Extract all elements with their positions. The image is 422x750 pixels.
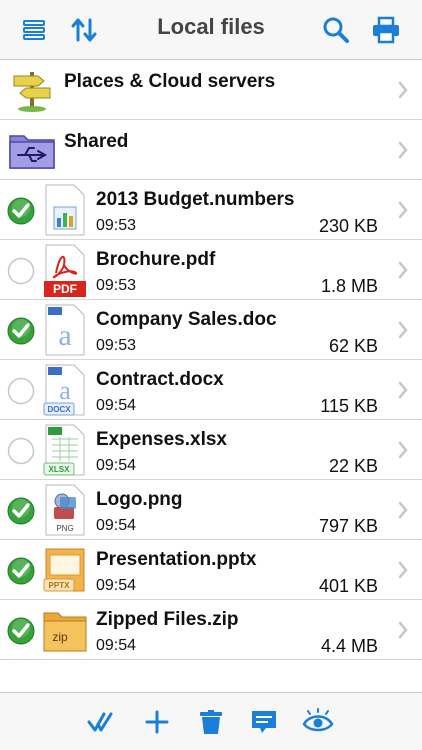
pdf-file-icon: PDF	[44, 244, 86, 297]
chevron-right-icon	[398, 321, 408, 339]
bottom-toolbar	[0, 692, 422, 750]
checked-checkbox[interactable]	[7, 557, 35, 585]
file-name: Presentation.pptx	[96, 549, 257, 570]
empty-circle-icon	[7, 437, 35, 465]
file-name: Zipped Files.zip	[96, 609, 239, 630]
file-list: Places & Cloud servers Shared 2013 Budge…	[0, 60, 422, 660]
file-row[interactable]: PNG Logo.png 09:54 797 KB	[0, 480, 422, 540]
comment-button[interactable]	[247, 705, 281, 739]
file-name: Logo.png	[96, 489, 183, 510]
checkmark-icon	[7, 557, 35, 585]
file-time: 09:53	[96, 337, 137, 354]
chevron-right-icon	[398, 441, 408, 459]
checked-checkbox[interactable]	[7, 317, 35, 345]
file-time: 09:53	[96, 277, 137, 294]
chevron-right-icon	[398, 621, 408, 639]
print-icon	[373, 16, 399, 44]
file-time: 09:54	[96, 577, 137, 594]
svg-text:a: a	[58, 319, 71, 352]
preview-button[interactable]	[301, 705, 335, 739]
pdf-badge: PDF	[53, 282, 77, 296]
xlsx-file-icon: XLSX	[43, 424, 85, 476]
chevron-right-icon	[398, 501, 408, 519]
file-size: 4.4 MB	[320, 636, 378, 656]
usb-folder-icon	[9, 135, 55, 169]
file-time: 09:54	[96, 457, 137, 474]
nav-bar: Local files	[0, 0, 422, 60]
xlsx-badge: XLSX	[49, 465, 71, 474]
zip-badge: zip	[52, 630, 68, 644]
file-name: Expenses.xlsx	[96, 429, 227, 450]
checkmark-icon	[7, 317, 35, 345]
empty-circle-icon	[7, 377, 35, 405]
file-time: 09:54	[96, 637, 137, 654]
file-size: 115 KB	[320, 396, 378, 416]
png-badge: PNG	[56, 524, 73, 533]
shared-label: Shared	[64, 131, 129, 152]
page-title: Local files	[157, 14, 265, 39]
file-size: 22 KB	[328, 456, 378, 476]
file-size: 1.8 MB	[320, 276, 378, 296]
search-icon	[323, 17, 349, 43]
search-button[interactable]	[318, 12, 354, 48]
file-row[interactable]: a Company Sales.doc 09:53 62 KB	[0, 300, 422, 360]
docx-file-icon: a DOCX	[43, 364, 85, 416]
file-time: 09:54	[96, 517, 137, 534]
signpost-icon	[13, 72, 51, 112]
chevron-right-icon	[398, 261, 408, 279]
file-name: Company Sales.doc	[96, 309, 277, 330]
list-item-places[interactable]: Places & Cloud servers	[0, 60, 422, 120]
chevron-right-icon	[398, 381, 408, 399]
checkmark-icon	[7, 197, 35, 225]
file-time: 09:53	[96, 217, 137, 234]
checked-checkbox[interactable]	[7, 617, 35, 645]
select-all-button[interactable]	[83, 705, 117, 739]
file-row[interactable]: 2013 Budget.numbers 09:53 230 KB	[0, 180, 422, 240]
add-icon	[145, 710, 169, 734]
file-row[interactable]: a DOCX Contract.docx 09:54 115 KB	[0, 360, 422, 420]
numbers-file-icon	[45, 184, 85, 236]
checked-checkbox[interactable]	[7, 197, 35, 225]
docx-badge: DOCX	[47, 405, 71, 414]
add-button[interactable]	[140, 705, 174, 739]
unchecked-checkbox[interactable]	[7, 377, 35, 405]
checkmark-icon	[7, 617, 35, 645]
print-button[interactable]	[368, 12, 404, 48]
comment-icon	[252, 711, 276, 733]
file-row[interactable]: XLSX Expenses.xlsx 09:54 22 KB	[0, 420, 422, 480]
file-row[interactable]: zip Zipped Files.zip 09:54 4.4 MB	[0, 600, 422, 660]
pptx-badge: PPTX	[49, 581, 71, 590]
png-file-icon: PNG	[45, 484, 85, 536]
preview-eye-icon	[302, 708, 334, 732]
chevron-right-icon	[398, 141, 408, 159]
unchecked-checkbox[interactable]	[7, 257, 35, 285]
file-size: 230 KB	[318, 216, 378, 236]
trash-icon	[200, 710, 222, 734]
delete-button[interactable]	[194, 705, 228, 739]
doc-file-icon: a	[45, 304, 85, 356]
places-label: Places & Cloud servers	[64, 71, 276, 92]
unchecked-checkbox[interactable]	[7, 437, 35, 465]
svg-text:a: a	[59, 376, 71, 405]
empty-circle-icon	[7, 257, 35, 285]
file-size: 797 KB	[318, 516, 378, 536]
file-size: 401 KB	[318, 576, 378, 596]
chevron-right-icon	[398, 81, 408, 99]
pptx-file-icon: PPTX	[43, 548, 85, 592]
file-name: Contract.docx	[96, 369, 224, 390]
chevron-right-icon	[398, 561, 408, 579]
file-time: 09:54	[96, 397, 137, 414]
chevron-right-icon	[398, 201, 408, 219]
file-row[interactable]: PPTX Presentation.pptx 09:54 401 KB	[0, 540, 422, 600]
checkmark-icon	[7, 497, 35, 525]
zip-folder-icon: zip	[43, 612, 87, 652]
checked-checkbox[interactable]	[7, 497, 35, 525]
list-item-shared[interactable]: Shared	[0, 120, 422, 180]
file-name: Brochure.pdf	[96, 249, 216, 270]
file-name: 2013 Budget.numbers	[96, 189, 295, 210]
file-row[interactable]: PDF Brochure.pdf 09:53 1.8 MB	[0, 240, 422, 300]
select-all-icon	[87, 712, 113, 732]
file-size: 62 KB	[328, 336, 378, 356]
